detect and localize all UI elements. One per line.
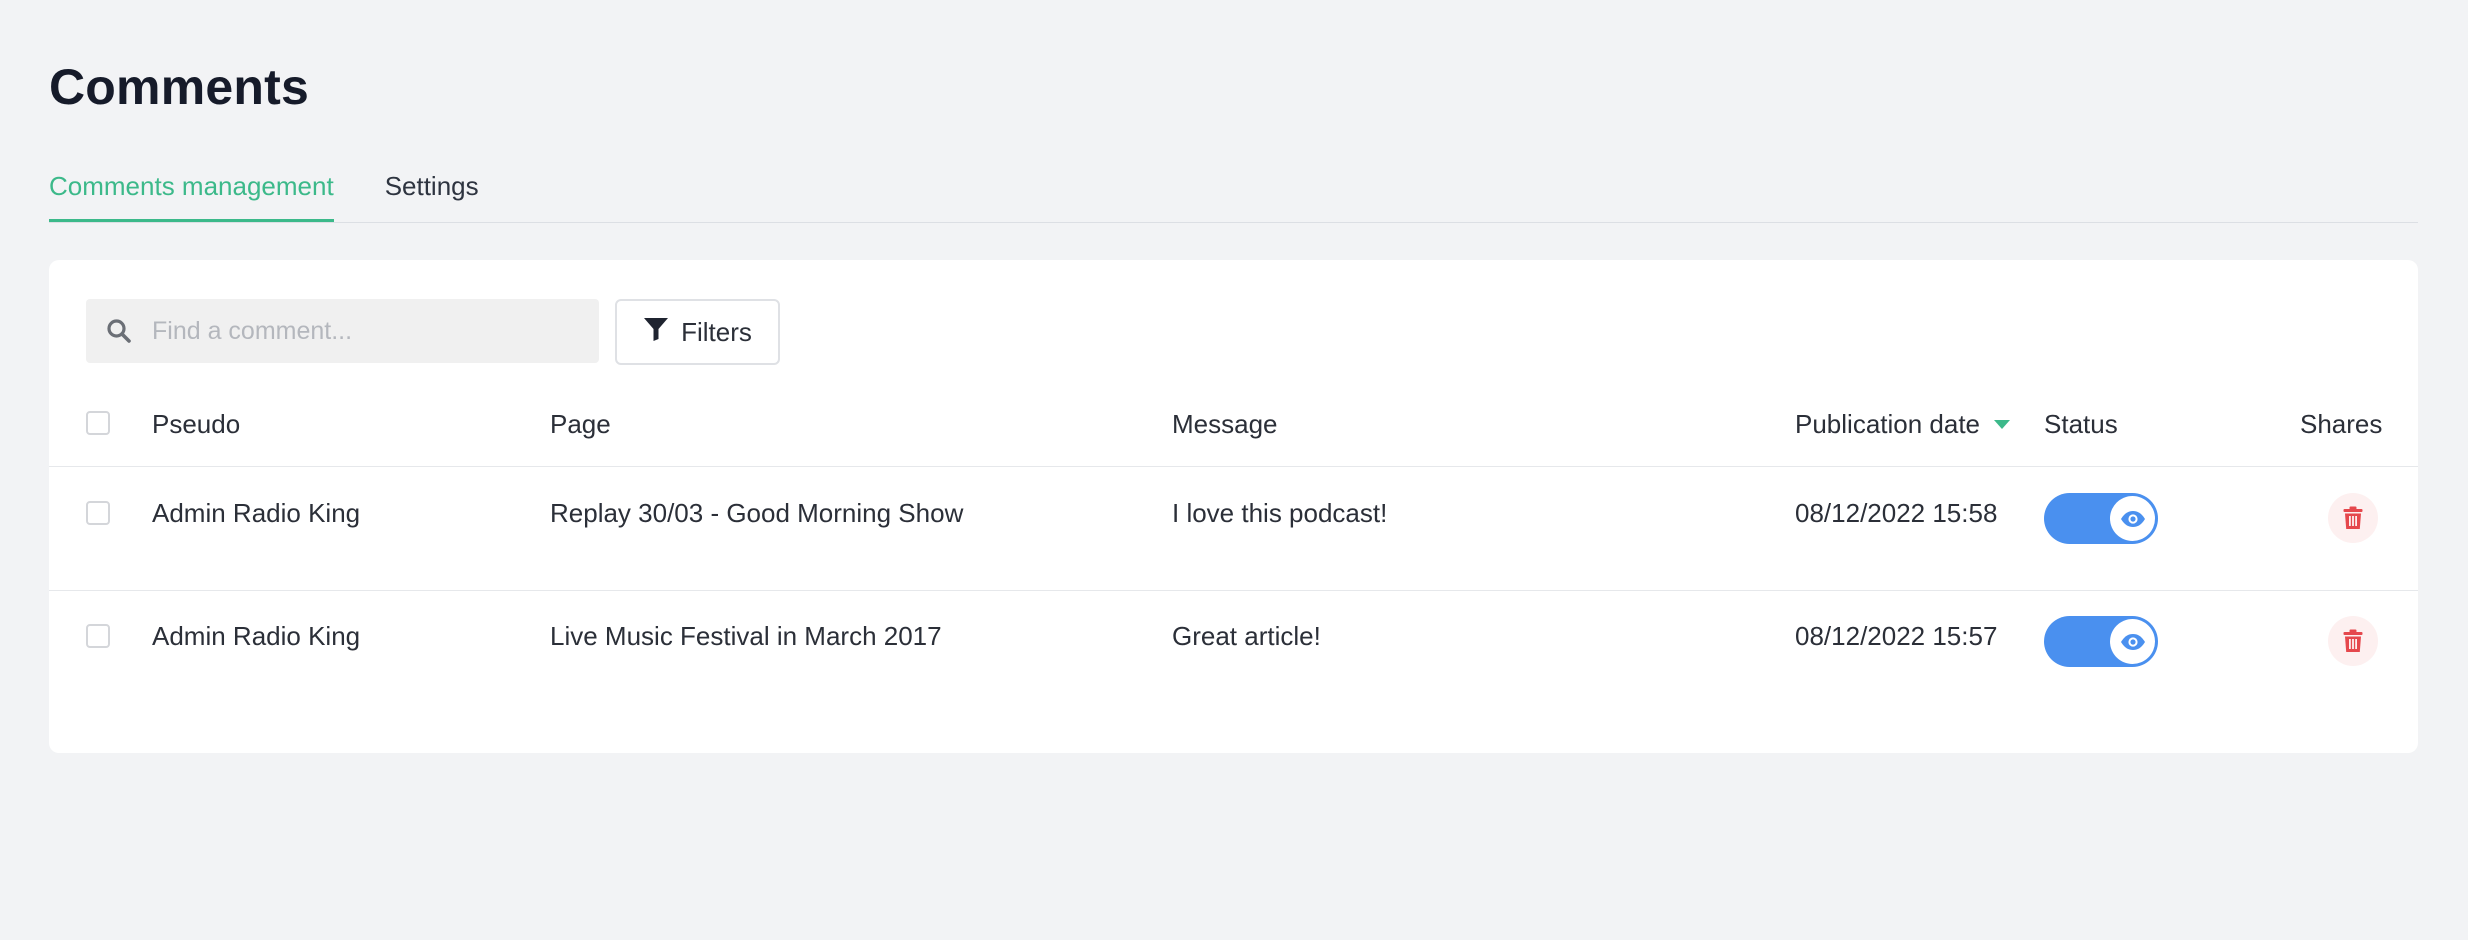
delete-button[interactable] [2328,616,2378,666]
select-all-checkbox[interactable] [86,411,110,435]
tab-settings[interactable]: Settings [385,160,479,222]
row-checkbox[interactable] [86,624,110,648]
status-toggle[interactable] [2044,616,2158,667]
eye-icon [2120,510,2145,527]
cell-pseudo: Admin Radio King [152,621,361,651]
trash-icon [2343,506,2363,529]
page-title: Comments [49,59,309,115]
column-header-message[interactable]: Message [1172,409,1278,439]
cell-message: I love this podcast! [1172,498,1388,528]
trash-icon [2343,629,2363,652]
column-header-publication-date-label: Publication date [1795,409,1981,439]
comments-table-card: Filters Pseudo Page Message Publication … [49,260,2418,753]
search-icon [104,316,134,346]
cell-page[interactable]: Live Music Festival in March 2017 [550,621,942,651]
sort-descending-icon [1994,419,2011,429]
column-header-page[interactable]: Page [550,409,611,439]
search-input[interactable] [150,315,574,347]
cell-pseudo: Admin Radio King [152,498,361,528]
status-toggle[interactable] [2044,493,2158,544]
column-header-status: Status [2044,409,2118,439]
column-header-publication-date[interactable]: Publication date [1795,409,2011,439]
tab-comments-management[interactable]: Comments management [49,160,334,222]
toggle-knob [2110,496,2155,541]
cell-publication-date: 08/12/2022 15:57 [1795,621,1998,651]
row-divider [49,466,2418,467]
row-checkbox[interactable] [86,501,110,525]
delete-button[interactable] [2328,493,2378,543]
toggle-knob [2110,619,2155,664]
filter-icon [643,316,669,349]
cell-page[interactable]: Replay 30/03 - Good Morning Show [550,498,963,528]
filters-button[interactable]: Filters [615,299,780,365]
filters-button-label: Filters [681,316,752,347]
comments-page: Comments Comments management Settings Fi… [0,0,2468,940]
tab-bar: Comments management Settings [49,160,2418,223]
cell-message: Great article! [1172,621,1321,651]
eye-icon [2120,633,2145,650]
search-box [86,299,599,363]
column-header-pseudo[interactable]: Pseudo [152,409,240,439]
cell-publication-date: 08/12/2022 15:58 [1795,498,1998,528]
row-divider [49,590,2418,591]
column-header-shares: Shares [2300,409,2383,439]
